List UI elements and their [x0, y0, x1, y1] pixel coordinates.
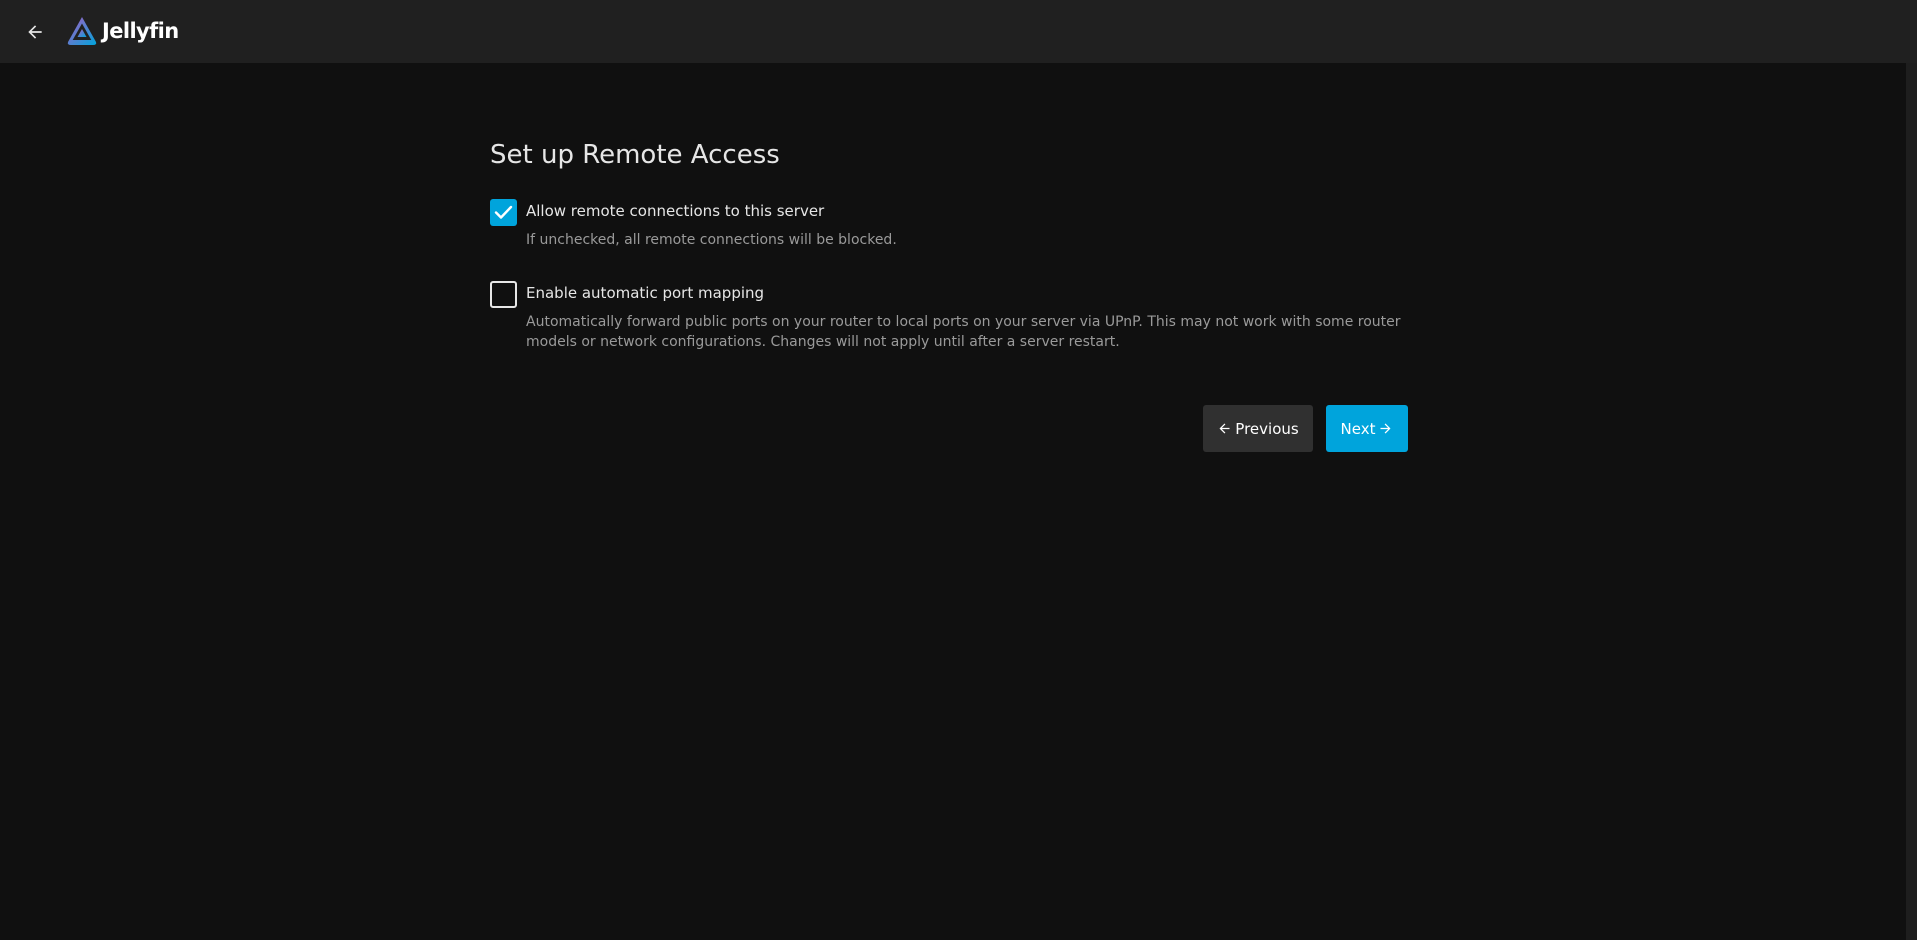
port-mapping-checkbox[interactable] — [490, 281, 517, 308]
jellyfin-logo-icon — [67, 17, 97, 45]
arrow-left-icon — [28, 25, 42, 39]
app-name: Jellyfin — [102, 19, 179, 43]
scrollbar[interactable] — [1906, 63, 1917, 940]
allow-remote-connections-label[interactable]: Allow remote connections to this server — [526, 202, 824, 220]
page-title: Set up Remote Access — [490, 140, 780, 170]
back-button[interactable] — [20, 17, 50, 47]
checkmark-icon — [494, 205, 513, 219]
allow-remote-connections-description: If unchecked, all remote connections wil… — [526, 232, 897, 248]
jellyfin-logo[interactable]: Jellyfin — [66, 14, 179, 48]
app-header: Jellyfin — [0, 0, 1917, 63]
arrow-left-icon — [1219, 423, 1230, 434]
allow-remote-connections-checkbox[interactable] — [490, 199, 517, 226]
previous-button[interactable]: Previous — [1203, 405, 1313, 452]
arrow-right-icon — [1380, 423, 1391, 434]
previous-button-label: Previous — [1235, 419, 1299, 438]
next-button-label: Next — [1340, 419, 1376, 438]
port-mapping-description: Automatically forward public ports on yo… — [526, 314, 1401, 350]
port-mapping-label[interactable]: Enable automatic port mapping — [526, 284, 764, 302]
next-button[interactable]: Next — [1326, 405, 1408, 452]
